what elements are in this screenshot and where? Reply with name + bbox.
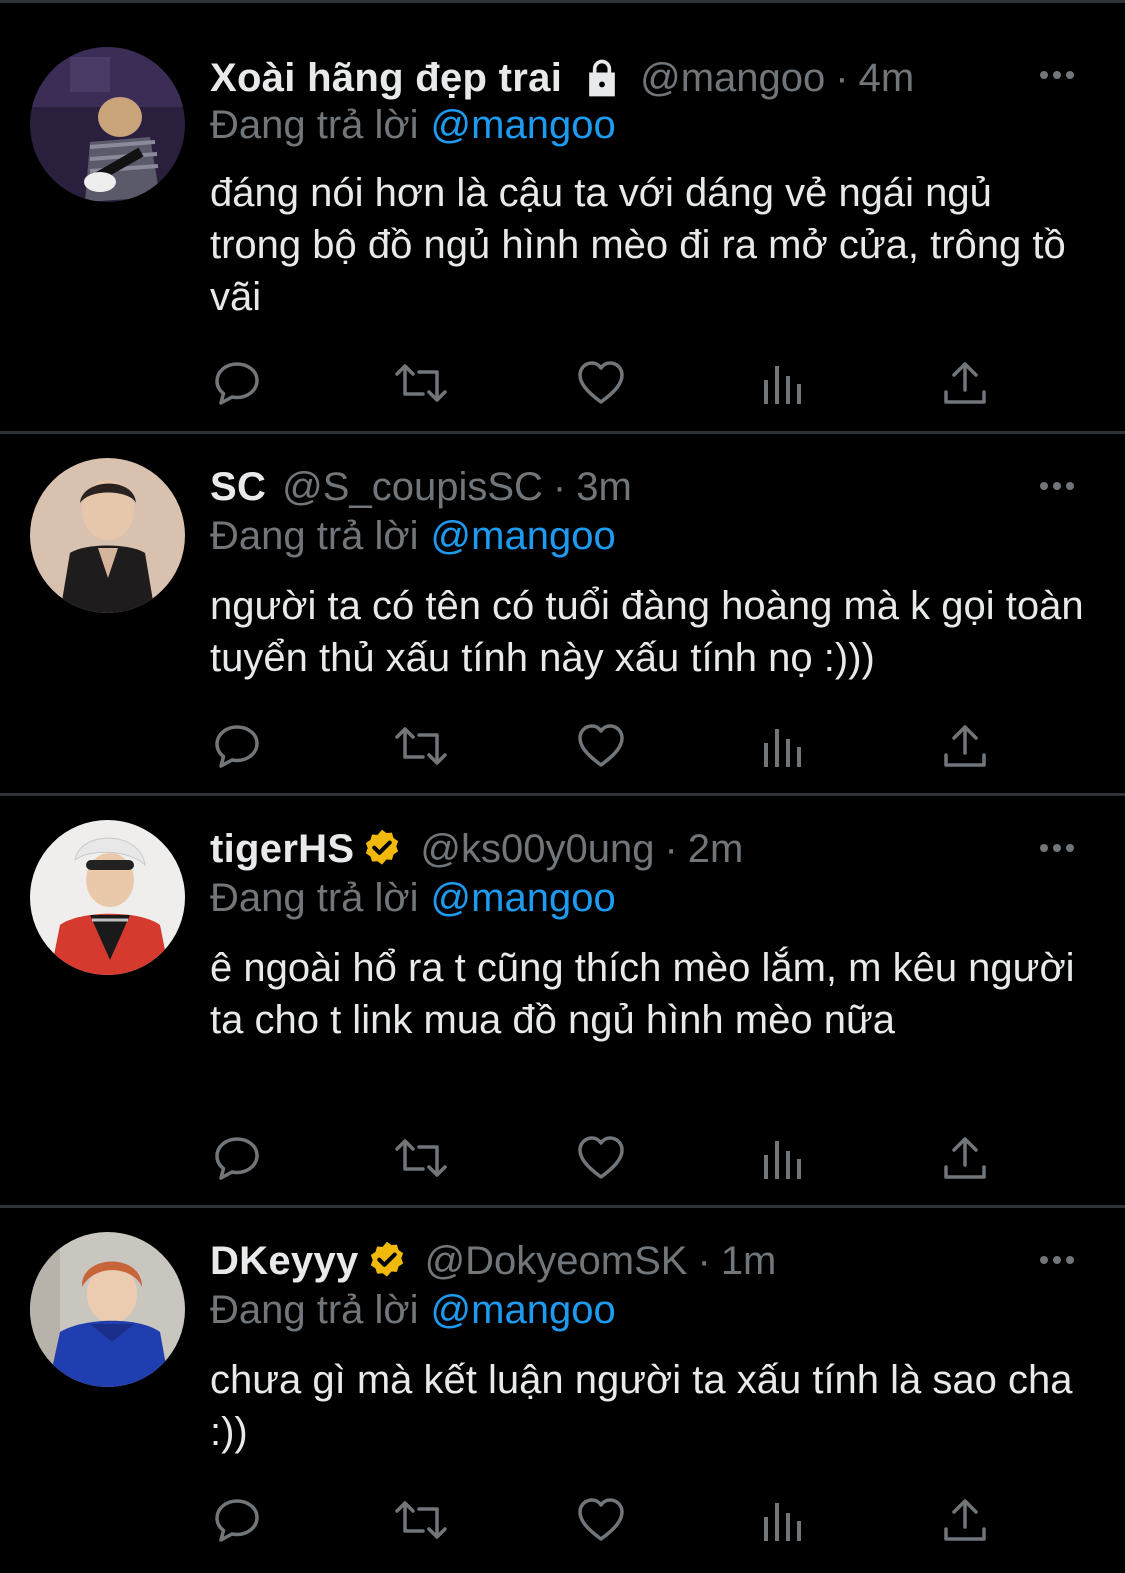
retweet-icon bbox=[395, 1139, 447, 1177]
retweet-icon bbox=[395, 1501, 447, 1539]
avatar-image bbox=[30, 47, 185, 202]
verified-icon bbox=[366, 829, 399, 865]
separator-dot: · bbox=[697, 1238, 711, 1283]
heart-icon bbox=[578, 1136, 624, 1179]
like-button[interactable] bbox=[576, 721, 626, 771]
more-options-icon[interactable] bbox=[1037, 63, 1077, 87]
retweet-button[interactable] bbox=[393, 721, 449, 771]
share-button[interactable] bbox=[940, 1495, 990, 1545]
reply-icon bbox=[215, 1137, 259, 1180]
avatar[interactable] bbox=[30, 1232, 185, 1387]
heart-icon bbox=[578, 361, 624, 404]
separator-dot: · bbox=[835, 55, 849, 100]
avatar-image bbox=[30, 458, 185, 613]
reply-button[interactable] bbox=[212, 358, 262, 408]
analytics-icon bbox=[764, 1141, 801, 1179]
analytics-icon bbox=[764, 366, 801, 404]
tweet-4[interactable]: DKeyyy @DokyeomSK · 1m Đang trả lời @mang… bbox=[0, 1208, 1125, 1573]
retweet-button[interactable] bbox=[393, 1495, 449, 1545]
tweet-actions bbox=[210, 1133, 1000, 1183]
share-icon bbox=[944, 1499, 986, 1541]
reply-label: Đang trả lời bbox=[210, 514, 419, 558]
user-handle[interactable]: @ks00y0ung bbox=[420, 827, 654, 872]
avatar[interactable] bbox=[30, 458, 185, 613]
timestamp[interactable]: 1m bbox=[721, 1239, 777, 1284]
display-name[interactable]: Xoài hãng đẹp trai bbox=[210, 56, 562, 101]
reply-button[interactable] bbox=[212, 721, 262, 771]
reply-context: Đang trả lời @mangoo bbox=[210, 876, 616, 921]
reply-context: Đang trả lời @mangoo bbox=[210, 103, 616, 148]
verified-icon bbox=[370, 1241, 403, 1277]
analytics-icon bbox=[764, 729, 801, 767]
like-button[interactable] bbox=[576, 358, 626, 408]
reply-context: Đang trả lời @mangoo bbox=[210, 514, 616, 559]
avatar-image bbox=[30, 820, 185, 975]
share-icon bbox=[944, 1137, 986, 1179]
more-options-icon[interactable] bbox=[1037, 1248, 1077, 1272]
display-name[interactable]: SC bbox=[210, 465, 266, 510]
reply-button[interactable] bbox=[212, 1133, 262, 1183]
tweet-actions bbox=[210, 721, 1000, 771]
reply-mention-link[interactable]: @mangoo bbox=[431, 876, 616, 920]
user-handle[interactable]: @S_coupisSC bbox=[282, 465, 543, 510]
user-handle[interactable]: @mangoo bbox=[640, 56, 825, 101]
retweet-icon bbox=[395, 364, 447, 402]
views-button[interactable] bbox=[758, 358, 808, 408]
retweet-icon bbox=[395, 727, 447, 765]
reply-icon bbox=[215, 725, 259, 768]
avatar[interactable] bbox=[30, 820, 185, 975]
tweet-actions bbox=[210, 358, 1000, 408]
lock-icon bbox=[589, 59, 615, 97]
tweet-text: chưa gì mà kết luận người ta xấu tính là… bbox=[210, 1358, 1073, 1454]
more-options-icon[interactable] bbox=[1037, 474, 1077, 498]
views-button[interactable] bbox=[758, 1495, 808, 1545]
like-button[interactable] bbox=[576, 1495, 626, 1545]
user-handle[interactable]: @DokyeomSK bbox=[425, 1239, 688, 1284]
more-options-icon[interactable] bbox=[1037, 836, 1077, 860]
reply-mention-link[interactable]: @mangoo bbox=[431, 514, 616, 558]
reply-mention-link[interactable]: @mangoo bbox=[431, 103, 616, 147]
avatar-image bbox=[30, 1232, 185, 1387]
reply-label: Đang trả lời bbox=[210, 103, 419, 147]
tweet-1[interactable]: Xoài hãng đẹp trai @mangoo · 4m Đang trả… bbox=[0, 3, 1125, 434]
timestamp[interactable]: 3m bbox=[576, 465, 632, 510]
reply-button[interactable] bbox=[212, 1495, 262, 1545]
retweet-button[interactable] bbox=[393, 358, 449, 408]
tweet-actions bbox=[210, 1495, 1000, 1545]
share-button[interactable] bbox=[940, 358, 990, 408]
timestamp[interactable]: 4m bbox=[859, 56, 915, 101]
timestamp[interactable]: 2m bbox=[688, 827, 744, 872]
reply-icon bbox=[215, 362, 259, 405]
reply-icon bbox=[215, 1499, 259, 1542]
views-button[interactable] bbox=[758, 1133, 808, 1183]
tweet-2[interactable]: SC @S_coupisSC · 3m Đang trả lời @mangoo … bbox=[0, 434, 1125, 796]
share-icon bbox=[944, 725, 986, 767]
share-button[interactable] bbox=[940, 721, 990, 771]
tweet-text: ê ngoài hổ ra t cũng thích mèo lắm, m kê… bbox=[210, 946, 1075, 1042]
separator-dot: · bbox=[664, 826, 678, 871]
reply-context: Đang trả lời @mangoo bbox=[210, 1288, 616, 1333]
like-button[interactable] bbox=[576, 1133, 626, 1183]
display-name[interactable]: DKeyyy bbox=[210, 1239, 359, 1284]
views-button[interactable] bbox=[758, 721, 808, 771]
reply-mention-link[interactable]: @mangoo bbox=[431, 1288, 616, 1332]
avatar[interactable] bbox=[30, 47, 185, 202]
tweet-text: đáng nói hơn là cậu ta với dáng vẻ ngái … bbox=[210, 171, 1066, 319]
tweet-3[interactable]: tigerHS @ks00y0ung · 2m Đang trả lời @man… bbox=[0, 796, 1125, 1208]
retweet-button[interactable] bbox=[393, 1133, 449, 1183]
separator-dot: · bbox=[552, 464, 567, 509]
tweet-text: người ta có tên có tuổi đàng hoàng mà k … bbox=[210, 584, 1084, 680]
analytics-icon bbox=[764, 1503, 801, 1541]
share-icon bbox=[944, 362, 986, 404]
display-name[interactable]: tigerHS bbox=[210, 827, 354, 872]
share-button[interactable] bbox=[940, 1133, 990, 1183]
heart-icon bbox=[578, 1498, 624, 1541]
reply-label: Đang trả lời bbox=[210, 876, 419, 920]
heart-icon bbox=[578, 724, 624, 767]
reply-label: Đang trả lời bbox=[210, 1288, 419, 1332]
